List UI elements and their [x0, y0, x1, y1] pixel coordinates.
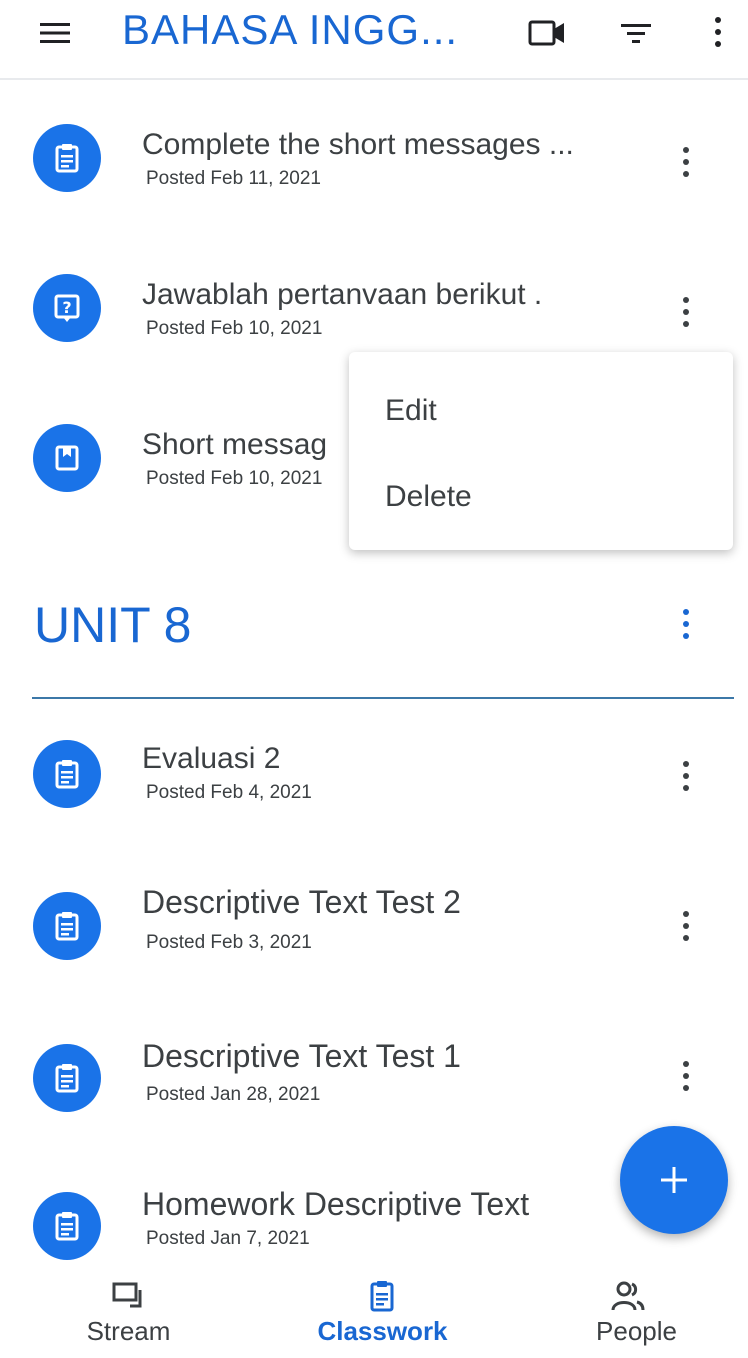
item-date: Posted Jan 28, 2021: [146, 1084, 321, 1105]
more-vert-icon[interactable]: [676, 604, 696, 644]
assignment-icon: [33, 1192, 101, 1260]
item-context-menu: Edit Delete: [349, 352, 733, 550]
classwork-icon: [370, 1281, 394, 1312]
tab-label: Classwork: [317, 1316, 448, 1346]
more-vert-icon[interactable]: [676, 292, 696, 332]
create-fab-button[interactable]: [620, 1126, 728, 1234]
plus-icon: [661, 1167, 687, 1193]
item-title: Homework Descriptive Text: [142, 1186, 530, 1222]
item-title: Descriptive Text Test 2: [142, 884, 461, 920]
hamburger-icon[interactable]: [38, 18, 72, 48]
topic-divider: [32, 697, 734, 699]
more-vert-icon[interactable]: [676, 1056, 696, 1096]
svg-text:?: ?: [62, 298, 71, 317]
item-title: Short messag: [142, 428, 328, 461]
video-camera-icon[interactable]: [526, 16, 568, 50]
item-title: Descriptive Text Test 1: [142, 1038, 461, 1074]
class-title: BAHASA INGG...: [122, 6, 459, 53]
item-date: Posted Jan 7, 2021: [146, 1228, 310, 1249]
more-vert-icon[interactable]: [676, 906, 696, 946]
question-icon: ?: [33, 274, 101, 342]
bottom-navigation: Stream Classwork People: [0, 1262, 748, 1358]
item-date: Posted Feb 3, 2021: [146, 932, 312, 953]
people-icon: [611, 1281, 645, 1311]
item-date: Posted Feb 10, 2021: [146, 318, 323, 339]
classwork-item[interactable]: Evaluasi 2 Posted Feb 4, 2021: [0, 724, 748, 844]
more-vert-icon[interactable]: [676, 756, 696, 796]
tab-stream[interactable]: Stream: [0, 1262, 249, 1358]
tab-label: People: [596, 1316, 677, 1346]
tab-people[interactable]: People: [498, 1262, 747, 1358]
classwork-item[interactable]: Descriptive Text Test 2 Posted Feb 3, 20…: [0, 876, 748, 996]
menu-item-edit[interactable]: Edit: [385, 394, 437, 428]
topic-title: UNIT 8: [34, 597, 192, 653]
item-title: Evaluasi 2: [142, 742, 281, 775]
item-date: Posted Feb 10, 2021: [146, 468, 323, 489]
material-icon: [33, 424, 101, 492]
classwork-item[interactable]: Complete the short messages ... Posted F…: [0, 108, 748, 228]
stream-icon: [112, 1282, 142, 1308]
filter-icon[interactable]: [618, 16, 654, 50]
top-app-bar: BAHASA INGG...: [0, 0, 748, 80]
item-title: Jawablah pertanvaan berikut .: [142, 278, 543, 311]
item-date: Posted Feb 4, 2021: [146, 782, 312, 803]
assignment-icon: [33, 892, 101, 960]
assignment-icon: [33, 740, 101, 808]
menu-item-delete[interactable]: Delete: [385, 480, 472, 514]
assignment-icon: [33, 124, 101, 192]
item-date: Posted Feb 11, 2021: [146, 168, 321, 189]
item-title: Complete the short messages ...: [142, 128, 574, 161]
more-vert-icon[interactable]: [676, 142, 696, 182]
tab-label: Stream: [86, 1316, 171, 1346]
classwork-item[interactable]: Descriptive Text Test 1 Posted Jan 28, 2…: [0, 1028, 748, 1148]
tab-classwork[interactable]: Classwork: [258, 1262, 507, 1358]
more-vert-icon[interactable]: [708, 12, 728, 52]
assignment-icon: [33, 1044, 101, 1112]
